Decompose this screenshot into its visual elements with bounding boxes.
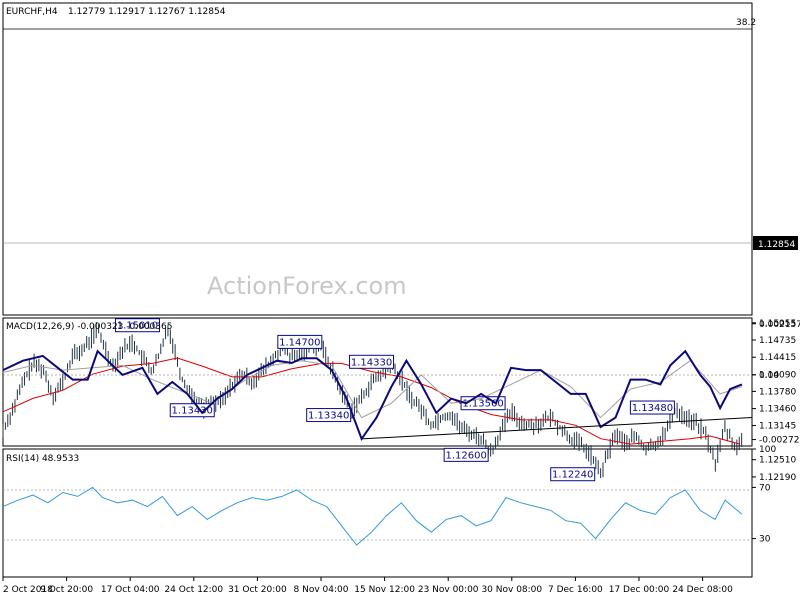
price-y-tick-label: 1.14735 [759, 336, 796, 346]
price-y-tick-label: 1.14415 [759, 353, 796, 363]
x-tick-label: 15 Nov 12:00 [354, 585, 415, 595]
x-tick-label: 17 Oct 04:00 [101, 585, 160, 595]
price-annotation-label: 1.14330 [351, 357, 392, 368]
watermark: ActionForex.com [207, 272, 407, 300]
price-annotation: 1.13340 [306, 408, 352, 423]
price-annotation: 1.12240 [550, 467, 596, 482]
rsi-y-tick-label: 30 [759, 535, 771, 545]
x-tick-label: 8 Nov 04:00 [294, 585, 349, 595]
price-y-tick-label: 1.12510 [759, 456, 796, 466]
price-annotation: 1.13480 [629, 400, 675, 415]
price-annotation-label: 1.12240 [552, 470, 593, 481]
x-tick-label: 31 Oct 20:00 [228, 585, 287, 595]
current-price-label: 1.12854 [758, 240, 795, 250]
chart-header-symbol: EURCHF,H4 [6, 7, 58, 17]
rsi-panel [2, 448, 753, 578]
price-annotation: 1.12600 [443, 447, 489, 462]
x-tick-label: 7 Dec 16:00 [548, 585, 603, 595]
macd-y-tick-label: 0.00 [759, 371, 779, 381]
x-tick-label: 9 Oct 20:00 [40, 585, 93, 595]
x-tick-label: 17 Dec 00:00 [609, 585, 670, 595]
price-annotation-label: 1.12600 [445, 450, 486, 461]
rsi-y-tick-label: 70 [759, 483, 771, 493]
price-y-axis: 1.150551.147351.144151.140901.137801.134… [752, 319, 796, 483]
x-tick-label: 23 Nov 00:00 [418, 585, 479, 595]
price-annotation-label: 1.13340 [308, 411, 349, 422]
price-annotation: 1.13430 [169, 403, 215, 418]
macd-y-tick-label: 0.002157 [759, 320, 800, 330]
price-y-tick-label: 1.12190 [759, 473, 796, 483]
price-annotation: 1.14700 [277, 334, 323, 349]
fib-38-label: 38.2 [736, 18, 756, 28]
macd-title: MACD(12,26,9) -0.000323 -0.000365 [6, 322, 172, 332]
x-tick-label: 24 Dec 08:00 [672, 585, 733, 595]
price-y-tick-label: 1.13145 [759, 422, 796, 432]
x-axis: 2 Oct 20189 Oct 20:00 17 Oct 04:00 24 Oct … [2, 577, 733, 595]
price-y-tick-label: 1.13460 [759, 405, 796, 415]
chart-header-ohlc: 1.12779 1.12917 1.12767 1.12854 [68, 7, 226, 17]
price-y-tick-label: 1.13780 [759, 387, 796, 397]
eurchf-chart: ActionForex.com 38.2 1.12854 1.150101.14… [2, 2, 800, 595]
rsi-y-tick-label: 100 [759, 445, 776, 455]
x-tick-label: 24 Oct 12:00 [164, 585, 223, 595]
macd-panel [2, 317, 753, 447]
price-annotation-label: 1.14700 [279, 337, 320, 348]
rsi-title: RSI(14) 48.9533 [6, 454, 79, 464]
price-annotation-label: 1.13480 [632, 403, 673, 414]
price-annotation: 1.14330 [349, 354, 395, 369]
price-panel [2, 2, 753, 316]
x-tick-label: 30 Nov 08:00 [481, 585, 542, 595]
